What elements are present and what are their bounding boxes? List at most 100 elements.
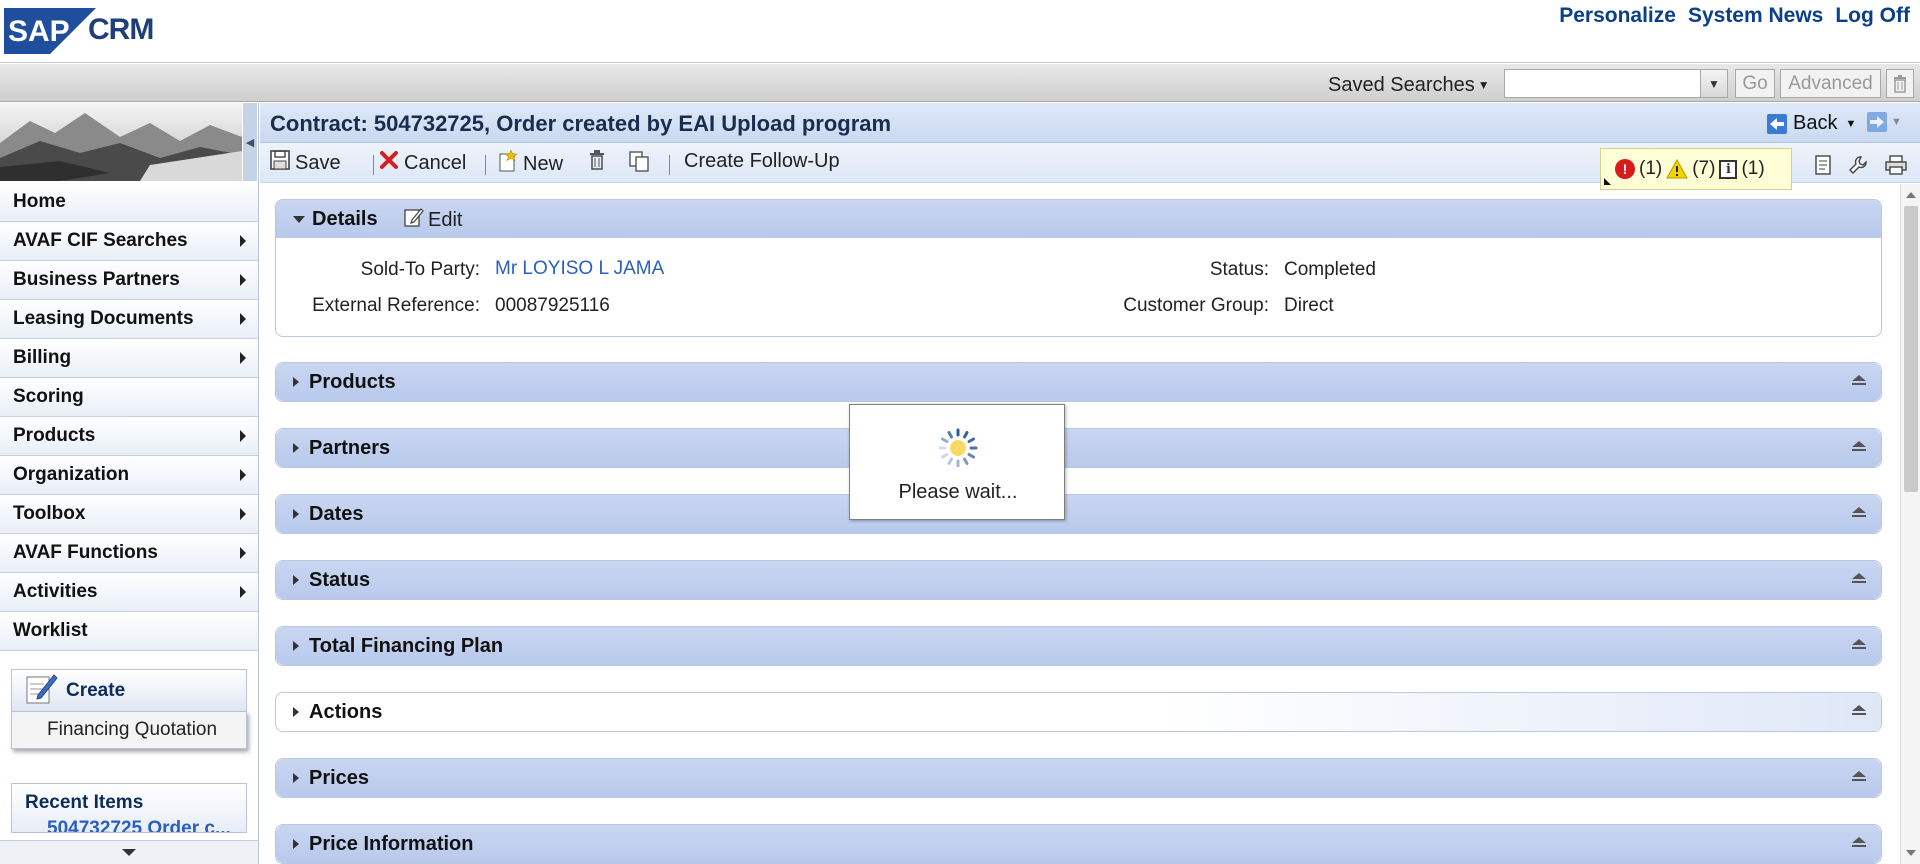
- recent-item-link[interactable]: 504732725 Order c...: [12, 814, 246, 832]
- floppy-disk-icon: [270, 150, 290, 176]
- section-title: Prices: [309, 766, 370, 789]
- back-button[interactable]: Back ▼: [1767, 112, 1856, 135]
- partners-header[interactable]: Partners: [276, 429, 1881, 467]
- delete-button[interactable]: [588, 150, 606, 176]
- forward-button[interactable]: ▼: [1867, 112, 1902, 132]
- create-follow-up-button[interactable]: Create Follow-Up: [684, 150, 840, 173]
- eject-icon[interactable]: [1852, 771, 1866, 785]
- nav-item-worklist[interactable]: Worklist: [0, 612, 258, 651]
- save-label: Save: [295, 151, 341, 174]
- nav-item-activities[interactable]: Activities: [0, 573, 258, 612]
- prices-panel: Prices: [275, 758, 1882, 798]
- eject-icon[interactable]: [1852, 837, 1866, 851]
- nav-item-business-partners[interactable]: Business Partners: [0, 261, 258, 300]
- dates-panel: Dates: [275, 494, 1882, 534]
- actions-header[interactable]: Actions: [276, 693, 1881, 731]
- trash-icon: [588, 150, 606, 176]
- partners-panel: Partners: [275, 428, 1882, 468]
- wrench-icon[interactable]: [1844, 151, 1872, 179]
- go-button[interactable]: Go: [1735, 69, 1775, 98]
- vertical-scrollbar[interactable]: [1900, 184, 1920, 864]
- eject-icon[interactable]: [1852, 441, 1866, 455]
- notepad-pencil-icon: [24, 671, 58, 711]
- notes-icon[interactable]: [1809, 151, 1837, 179]
- scroll-up-icon[interactable]: [1906, 192, 1916, 198]
- toolbar-separator: [669, 155, 670, 175]
- prices-header[interactable]: Prices: [276, 759, 1881, 797]
- collapse-nav-button[interactable]: ◀: [243, 103, 257, 181]
- products-header[interactable]: Products: [276, 363, 1881, 401]
- trash-icon[interactable]: [1886, 69, 1914, 98]
- log-off-link[interactable]: Log Off: [1835, 4, 1910, 28]
- section-title: Total Financing Plan: [309, 634, 504, 657]
- total-financing-plan-header[interactable]: Total Financing Plan: [276, 627, 1881, 665]
- nav-scroll-down-button[interactable]: [0, 840, 258, 864]
- personalize-link[interactable]: Personalize: [1559, 4, 1676, 28]
- collapsed-triangle-icon: [293, 839, 299, 849]
- nav-item-products[interactable]: Products: [0, 417, 258, 456]
- eject-icon[interactable]: [1852, 507, 1866, 521]
- eject-icon[interactable]: [1852, 705, 1866, 719]
- nav-item-toolbox[interactable]: Toolbox: [0, 495, 258, 534]
- edit-button[interactable]: Edit: [404, 207, 462, 233]
- status-header[interactable]: Status: [276, 561, 1881, 599]
- products-panel: Products: [275, 362, 1882, 402]
- scroll-down-icon[interactable]: [1906, 850, 1916, 856]
- new-label: New: [523, 152, 564, 175]
- nav-item-organization[interactable]: Organization: [0, 456, 258, 495]
- edit-pencil-icon: [404, 207, 424, 233]
- section-title: Partners: [309, 436, 391, 459]
- eject-icon[interactable]: [1852, 573, 1866, 587]
- advanced-button[interactable]: Advanced: [1780, 69, 1881, 98]
- customer-group-label: Customer Group:: [1123, 295, 1269, 316]
- section-title: Price Information: [309, 832, 474, 855]
- header-bar: SAP CRM Personalize System News Log Off: [0, 0, 1920, 63]
- forward-arrow-icon: [1867, 112, 1887, 132]
- new-button[interactable]: New: [498, 149, 564, 178]
- details-panel: Details Edit Sold-To Party: Mr LOYISO L …: [275, 199, 1882, 337]
- edit-label: Edit: [428, 208, 463, 231]
- saved-search-input[interactable]: [1504, 69, 1728, 98]
- chevron-left-icon: ◀: [245, 136, 255, 149]
- save-button[interactable]: Save: [270, 150, 341, 176]
- copy-button[interactable]: [628, 150, 650, 178]
- nav-item-label: Organization: [13, 464, 130, 485]
- nav-item-billing[interactable]: Billing: [0, 339, 258, 378]
- section-title: Actions: [309, 700, 383, 723]
- create-financing-quotation-link[interactable]: Financing Quotation: [11, 711, 247, 749]
- collapsed-triangle-icon: [293, 575, 299, 585]
- status-panel: Status: [275, 560, 1882, 600]
- nav-item-leasing-documents[interactable]: Leasing Documents: [0, 300, 258, 339]
- nav-item-avaf-functions[interactable]: AVAF Functions: [0, 534, 258, 573]
- error-count: (1): [1639, 158, 1663, 179]
- search-dropdown-button[interactable]: ▼: [1700, 69, 1728, 98]
- nav-item-home[interactable]: Home: [0, 183, 258, 222]
- nav-item-label: AVAF Functions: [13, 542, 158, 563]
- eject-icon[interactable]: [1852, 375, 1866, 389]
- scroll-thumb[interactable]: [1904, 206, 1918, 492]
- status-label: Status:: [1209, 259, 1269, 280]
- toolbar-separator: [485, 155, 486, 175]
- system-news-link[interactable]: System News: [1688, 4, 1823, 28]
- dates-header[interactable]: Dates: [276, 495, 1881, 533]
- printer-icon[interactable]: [1882, 151, 1910, 179]
- details-header[interactable]: Details Edit: [276, 200, 1881, 238]
- info-icon: i: [1719, 159, 1738, 179]
- collapsed-triangle-icon: [293, 509, 299, 519]
- warning-count: (7): [1692, 158, 1716, 179]
- back-arrow-icon: [1767, 113, 1787, 134]
- sold-to-party-link[interactable]: Mr LOYISO L JAMA: [495, 258, 664, 280]
- eject-icon[interactable]: [1852, 639, 1866, 653]
- saved-searches-dropdown[interactable]: Saved Searches ▼: [1328, 74, 1490, 97]
- caret-down-icon[interactable]: ▼: [1845, 118, 1856, 130]
- page-title: Contract: 504732725, Order created by EA…: [270, 111, 892, 136]
- nav-item-label: Toolbox: [13, 503, 86, 524]
- recent-items-title: Recent Items: [25, 792, 144, 813]
- nav-item-scoring[interactable]: Scoring: [0, 378, 258, 417]
- nav-item-label: Products: [13, 425, 96, 446]
- price-information-header[interactable]: Price Information: [276, 825, 1881, 863]
- submenu-arrow-icon: [240, 352, 246, 364]
- nav-item-avaf-cif-searches[interactable]: AVAF CIF Searches: [0, 222, 258, 261]
- cancel-button[interactable]: Cancel: [379, 150, 466, 176]
- please-wait-text: Please wait...: [898, 481, 1018, 503]
